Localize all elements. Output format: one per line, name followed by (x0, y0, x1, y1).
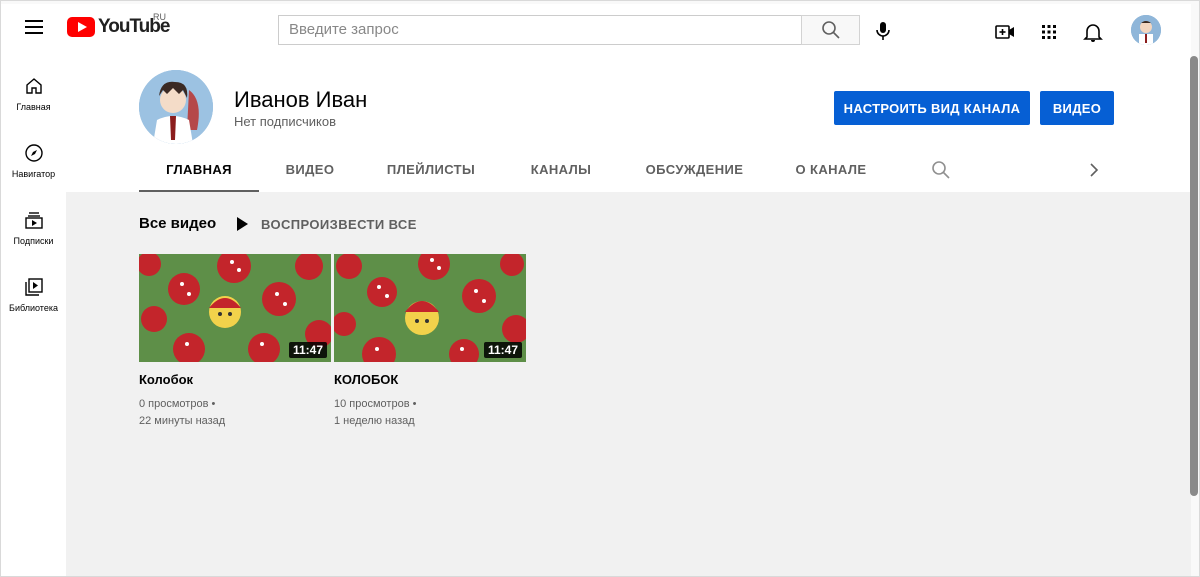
video-thumbnail[interactable]: 11:47 (334, 254, 526, 362)
channel-avatar (139, 70, 213, 144)
channel-header: Иванов Иван Нет подписчиков НАСТРОИТЬ ВИ… (66, 56, 1191, 192)
video-age: 22 минуты назад (139, 415, 226, 427)
video-views: 10 просмотров • (334, 398, 417, 410)
video-meta: 0 просмотров • 22 минуты назад (139, 396, 331, 430)
apps-grid-icon[interactable] (1037, 20, 1061, 44)
tab-home[interactable]: ГЛАВНАЯ (139, 153, 259, 192)
library-icon (24, 278, 43, 296)
sidebar-item-label: Навигатор (11, 169, 56, 179)
video-views: 0 просмотров • (139, 398, 216, 410)
video-card[interactable]: 11:47 Колобок 0 просмотров • 22 минуты н… (139, 254, 331, 430)
customize-channel-button[interactable]: НАСТРОИТЬ ВИД КАНАЛА (834, 91, 1030, 125)
video-thumbnail[interactable]: 11:47 (139, 254, 331, 362)
sidebar-item-library[interactable]: Библиотека (1, 277, 66, 313)
video-card[interactable]: 11:47 КОЛОБОК 10 просмотров • 1 неделю н… (334, 254, 526, 430)
home-icon (25, 78, 42, 94)
video-age: 1 неделю назад (334, 415, 415, 427)
account-avatar[interactable] (1131, 15, 1161, 45)
tab-videos[interactable]: ВИДЕО (277, 153, 343, 192)
page-scrollbar[interactable] (1190, 56, 1198, 496)
search-icon (821, 21, 840, 39)
tab-discussion[interactable]: ОБСУЖДЕНИЕ (638, 153, 751, 192)
sidebar-item-subscriptions[interactable]: Подписки (1, 210, 66, 246)
tab-channels[interactable]: КАНАЛЫ (522, 153, 600, 192)
tab-playlists[interactable]: ПЛЕЙЛИСТЫ (381, 153, 481, 192)
sidebar-item-home[interactable]: Главная (1, 76, 66, 112)
sidebar: Главная Навигатор Подписки Библиотека (1, 56, 66, 576)
tab-about[interactable]: О КАНАЛЕ (789, 153, 873, 192)
sidebar-item-label: Главная (16, 102, 51, 112)
video-title[interactable]: Колобок (139, 372, 331, 387)
video-duration: 11:47 (288, 342, 327, 358)
logo-region: RU (153, 12, 166, 22)
channel-name: Иванов Иван (234, 87, 368, 112)
youtube-play-icon (67, 17, 95, 37)
main-content: Все видео ВОСПРОИЗВЕСТИ ВСЕ 11:47 Колобо… (66, 192, 1191, 576)
play-all-button[interactable]: ВОСПРОИЗВЕСТИ ВСЕ (235, 216, 417, 232)
sidebar-item-explore[interactable]: Навигатор (1, 143, 66, 179)
chevron-right-icon[interactable] (1086, 162, 1102, 183)
youtube-logo[interactable]: YouTube RU (67, 12, 170, 38)
play-icon (237, 217, 248, 231)
search-input[interactable]: Введите запрос (278, 15, 802, 45)
play-all-label: ВОСПРОИЗВЕСТИ ВСЕ (261, 216, 417, 232)
channel-search-icon[interactable] (931, 160, 951, 185)
section-title: Все видео (139, 215, 217, 232)
top-bar: YouTube RU Введите запрос (1, 4, 1191, 56)
subscriber-count: Нет подписчиков (234, 114, 336, 129)
create-video-icon[interactable] (993, 20, 1017, 44)
search-button[interactable] (801, 15, 860, 45)
video-title[interactable]: КОЛОБОК (334, 372, 526, 387)
manage-videos-button[interactable]: ВИДЕО (1040, 91, 1114, 125)
sidebar-item-label: Подписки (13, 236, 54, 246)
video-meta: 10 просмотров • 1 неделю назад (334, 396, 526, 430)
notifications-bell-icon[interactable] (1081, 20, 1105, 44)
video-duration: 11:47 (483, 342, 522, 358)
subscriptions-icon (24, 212, 43, 229)
microphone-icon[interactable] (871, 19, 895, 43)
menu-icon[interactable] (19, 16, 49, 44)
sidebar-item-label: Библиотека (9, 303, 58, 313)
compass-icon (24, 144, 43, 162)
